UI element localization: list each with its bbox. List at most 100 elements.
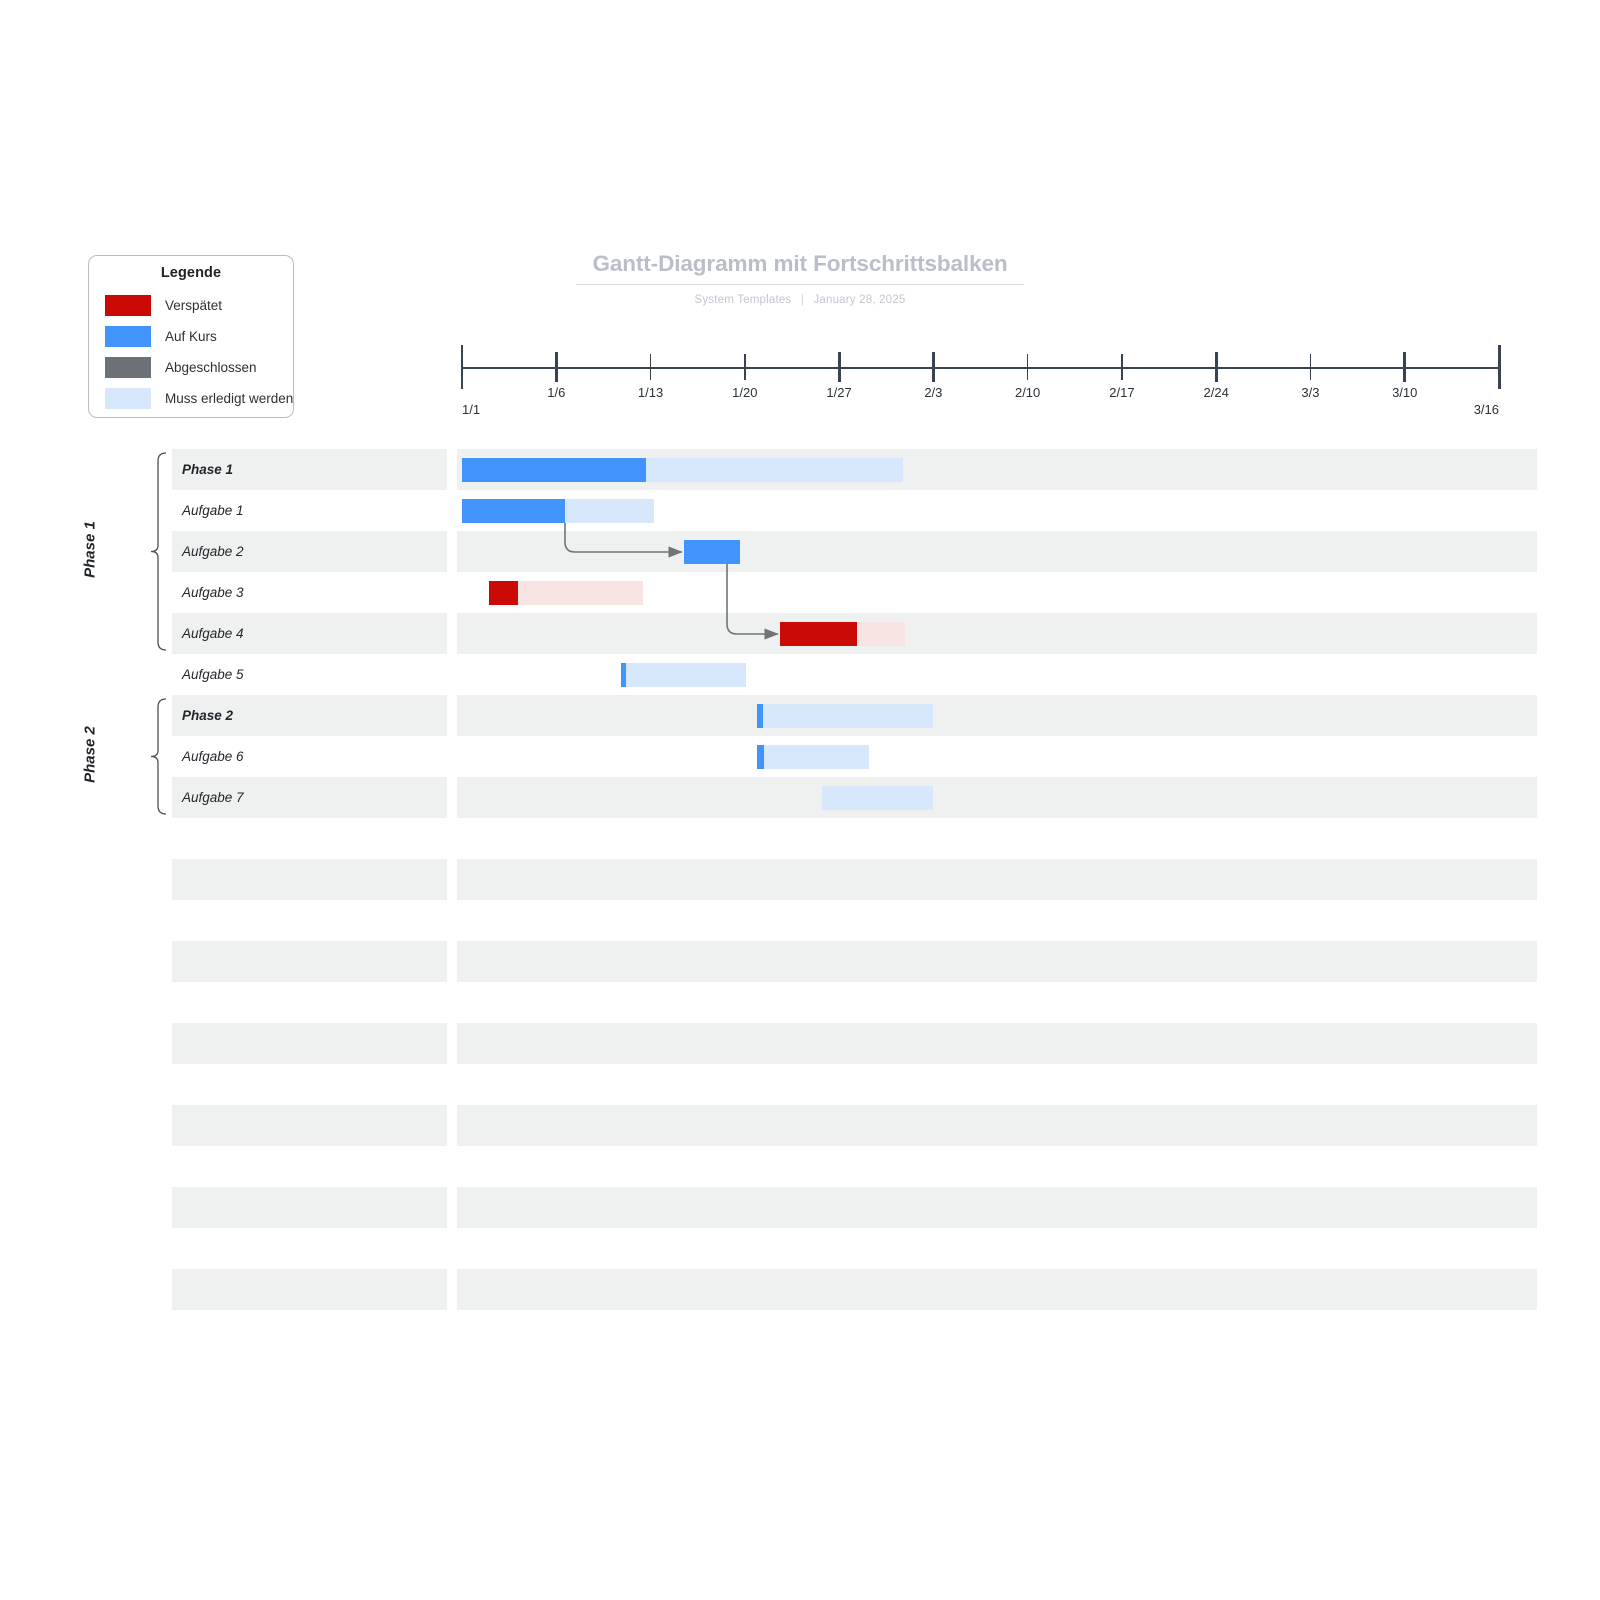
axis-tick-label: 3/3 bbox=[1301, 385, 1320, 400]
row-label-cell[interactable]: Aufgabe 5 bbox=[172, 654, 447, 695]
row-chart-cell[interactable] bbox=[457, 654, 1537, 695]
row-label-cell[interactable]: Aufgabe 7 bbox=[172, 777, 447, 818]
title-divider bbox=[576, 284, 1024, 285]
axis-line bbox=[462, 367, 1499, 369]
legend-swatch-complete bbox=[105, 357, 151, 378]
legend-label-complete: Abgeschlossen bbox=[165, 360, 257, 375]
axis-tick bbox=[461, 345, 463, 389]
axis-tick-label: 2/24 bbox=[1203, 385, 1229, 400]
row-chart-cell[interactable] bbox=[457, 695, 1537, 736]
task-row-label: Aufgabe 1 bbox=[182, 503, 244, 518]
row-chart-cell[interactable] bbox=[457, 490, 1537, 531]
row-label-cell[interactable]: Aufgabe 1 bbox=[172, 490, 447, 531]
gantt-bar-remaining[interactable] bbox=[621, 663, 746, 687]
empty-row-chart-cell[interactable] bbox=[457, 1187, 1537, 1228]
task-row-label: Aufgabe 4 bbox=[182, 626, 244, 641]
gantt-bar-remaining[interactable] bbox=[822, 786, 933, 810]
table-row[interactable]: Phase 2 bbox=[0, 695, 1600, 736]
table-row[interactable]: Phase 1 bbox=[0, 449, 1600, 490]
empty-row-label-cell[interactable] bbox=[172, 1105, 447, 1146]
empty-row-label-cell[interactable] bbox=[172, 859, 447, 900]
gantt-bar-progress[interactable] bbox=[684, 540, 740, 564]
empty-table-row[interactable] bbox=[0, 1187, 1600, 1269]
table-row[interactable]: Aufgabe 2 bbox=[0, 531, 1600, 572]
axis-tick-label: 1/13 bbox=[637, 385, 664, 400]
empty-row-label-cell[interactable] bbox=[172, 1269, 447, 1310]
row-chart-cell[interactable] bbox=[457, 613, 1537, 654]
phase-row-label: Phase 2 bbox=[182, 708, 234, 723]
task-row-label: Aufgabe 3 bbox=[182, 585, 244, 600]
empty-row-chart-cell[interactable] bbox=[457, 1269, 1537, 1310]
gantt-bar-progress[interactable] bbox=[462, 458, 646, 482]
legend-label-to-do: Muss erledigt werden bbox=[165, 391, 294, 406]
empty-row-label-cell[interactable] bbox=[172, 1023, 447, 1064]
row-chart-cell[interactable] bbox=[457, 777, 1537, 818]
axis-tick-label: 3/10 bbox=[1392, 385, 1418, 400]
row-label-cell[interactable]: Phase 1 bbox=[172, 449, 447, 490]
row-label-cell[interactable]: Aufgabe 2 bbox=[172, 531, 447, 572]
title-block: Gantt-Diagramm mit Fortschrittsbalken Sy… bbox=[576, 250, 1024, 306]
empty-row-chart-cell[interactable] bbox=[457, 941, 1537, 982]
table-row[interactable]: Aufgabe 6 bbox=[0, 736, 1600, 777]
empty-row-label-cell[interactable] bbox=[172, 1187, 447, 1228]
table-row[interactable]: Aufgabe 3 bbox=[0, 572, 1600, 613]
legend-panel: Legende Verspätet Auf Kurs Abgeschlossen Mu… bbox=[88, 255, 294, 418]
row-chart-cell[interactable] bbox=[457, 449, 1537, 490]
row-label-cell[interactable]: Phase 2 bbox=[172, 695, 447, 736]
table-row[interactable]: Aufgabe 4 bbox=[0, 613, 1600, 654]
axis-tick bbox=[1026, 354, 1029, 380]
axis-tick-label: 2/10 bbox=[1014, 385, 1041, 400]
axis-tick bbox=[1309, 354, 1312, 380]
row-chart-cell[interactable] bbox=[457, 736, 1537, 777]
table-row[interactable]: Aufgabe 1 bbox=[0, 490, 1600, 531]
phase-row-label: Phase 1 bbox=[182, 462, 234, 477]
row-chart-cell[interactable] bbox=[457, 531, 1537, 572]
empty-table-row[interactable] bbox=[0, 941, 1600, 1023]
axis-tick-label: 1/27 bbox=[826, 385, 852, 400]
axis-tick bbox=[554, 352, 558, 382]
axis-tick-label: 1/1 bbox=[462, 402, 481, 417]
axis-tick bbox=[1121, 354, 1123, 380]
axis-tick bbox=[1214, 352, 1218, 382]
gantt-bar-progress[interactable] bbox=[757, 704, 763, 728]
gantt-bar-progress[interactable] bbox=[462, 499, 565, 523]
phase-group-label: Phase 2 bbox=[81, 725, 99, 783]
task-row-label: Aufgabe 7 bbox=[182, 790, 244, 805]
empty-table-row[interactable] bbox=[0, 1023, 1600, 1105]
axis-tick bbox=[1403, 352, 1407, 382]
gantt-bar-remaining[interactable] bbox=[757, 745, 869, 769]
empty-table-row[interactable] bbox=[0, 1105, 1600, 1187]
empty-row-label-cell[interactable] bbox=[172, 941, 447, 982]
task-row-label: Aufgabe 6 bbox=[182, 749, 244, 764]
empty-row-chart-cell[interactable] bbox=[457, 859, 1537, 900]
legend-swatch-late bbox=[105, 295, 151, 316]
gantt-bar-progress[interactable] bbox=[780, 622, 857, 646]
table-row[interactable]: Aufgabe 5 bbox=[0, 654, 1600, 695]
gantt-bar-remaining[interactable] bbox=[757, 704, 933, 728]
legend-title: Legende bbox=[160, 265, 222, 281]
gantt-bar-progress[interactable] bbox=[621, 663, 626, 687]
gantt-chart-canvas: Legende Verspätet Auf Kurs Abgeschlossen Mu… bbox=[0, 0, 1600, 1600]
gantt-rows: Phase 1 Aufgabe 1 Aufgabe 2 Aufgabe 3 Aufgab… bbox=[0, 449, 1600, 1351]
legend-item-late: Verspätet bbox=[89, 290, 293, 321]
row-label-cell[interactable]: Aufgabe 6 bbox=[172, 736, 447, 777]
empty-table-row[interactable] bbox=[0, 1269, 1600, 1351]
gantt-bar-progress[interactable] bbox=[757, 745, 764, 769]
empty-table-row[interactable] bbox=[0, 859, 1600, 941]
phase-group-label: Phase 1 bbox=[81, 520, 99, 578]
table-row[interactable]: Aufgabe 7 bbox=[0, 777, 1600, 818]
legend-label-on-track: Auf Kurs bbox=[165, 329, 217, 344]
empty-row-chart-cell[interactable] bbox=[457, 1105, 1537, 1146]
timeline-axis: 1/1 1/6 1/13 1/20 1/27 2/3 2/10 2/17 2/24 3/3 3/10… bbox=[457, 340, 1503, 435]
row-label-cell[interactable]: Aufgabe 4 bbox=[172, 613, 447, 654]
empty-row-chart-cell[interactable] bbox=[457, 1023, 1537, 1064]
axis-tick-label: 2/17 bbox=[1109, 385, 1135, 400]
subtitle: System Templates | January 28, 2025 bbox=[576, 294, 1024, 306]
gantt-bar-progress[interactable] bbox=[489, 581, 518, 605]
axis-tick bbox=[744, 354, 746, 380]
subtitle-org: System Templates bbox=[694, 294, 792, 306]
axis-tick bbox=[1497, 345, 1501, 389]
row-chart-cell[interactable] bbox=[457, 572, 1537, 613]
row-label-cell[interactable]: Aufgabe 3 bbox=[172, 572, 447, 613]
legend-items: Verspätet Auf Kurs Abgeschlossen Muss erled… bbox=[89, 290, 293, 414]
